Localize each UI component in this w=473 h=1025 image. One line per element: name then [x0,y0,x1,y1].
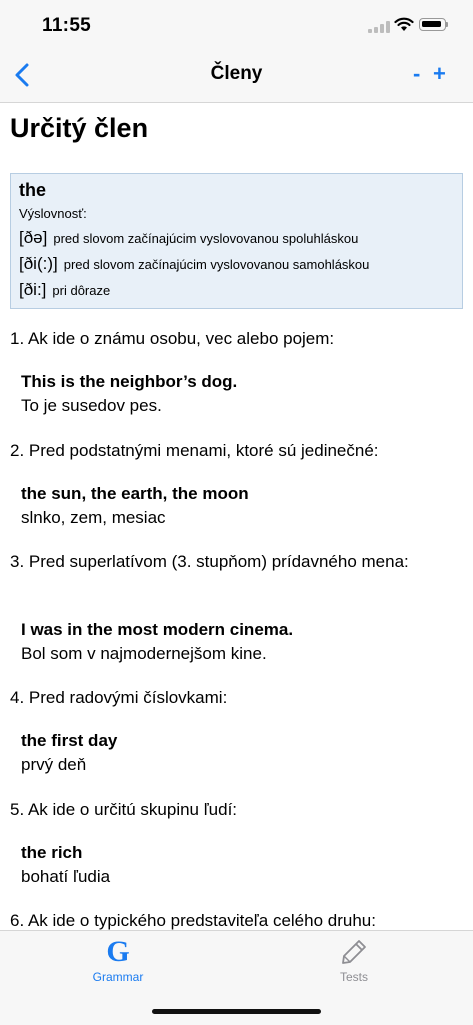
example-translation: prvý deň [21,755,87,774]
pencil-icon [342,940,366,964]
pronunciation-box: the Výslovnosť: [ðə] pred slovom začínajú… [10,173,463,309]
example: the rich bohatí ľudia [21,841,461,889]
tab-grammar[interactable]: G Grammar [58,935,178,985]
battery-icon [419,18,448,31]
example-translation: Bol som v najmodernejšom kine. [21,644,267,663]
pronunciation-row: [ði:] pri dôraze [19,280,454,300]
pronunciation-ipa: [ðə] [19,228,48,247]
example-translation: slnko, zem, mesiac [21,508,166,527]
status-bar: 11:55 [0,0,473,50]
rule-text: 6. Ak ide o typického predstaviteľa celé… [10,911,376,930]
page-title: Určitý člen [10,113,149,143]
pronunciation-word: the [19,180,46,200]
cellular-signal-icon [368,20,390,33]
wifi-icon [394,17,414,31]
pronunciation-row: [ði(:)] pred slovom začínajúcim vyslovova… [19,254,454,274]
tab-label: Grammar [92,970,144,984]
example-english: the sun, the earth, the moon [21,484,249,503]
pronunciation-caption: Výslovnosť: [19,206,87,221]
example-english: the rich [21,843,83,862]
grammar-content[interactable]: Určitý člen the Výslovnosť: [ðə] pred slo… [0,103,473,930]
pronunciation-ipa: [ði(:)] [19,254,58,273]
grammar-g-icon: G [106,935,130,968]
example-translation: bohatí ľudia [21,867,111,886]
pronunciation-note: pred slovom začínajúcim vyslovovanou sam… [63,257,370,272]
example: the sun, the earth, the moon slnko, zem,… [21,482,461,530]
example: I was in the most modern cinema. Bol som… [21,618,461,666]
pronunciation-note: pri dôraze [52,283,111,298]
navigation-bar: Členy - + [0,50,473,103]
rule-text: 1. Ak ide o známu osobu, vec alebo pojem… [10,329,335,348]
decrease-font-button[interactable]: - [413,61,420,87]
home-indicator [152,1009,321,1014]
example-english: This is the neighbor’s dog. [21,372,238,391]
pronunciation-row: [ðə] pred slovom začínajúcim vyslovovanou… [19,228,454,248]
example: This is the neighbor’s dog. To je susedo… [21,370,461,418]
nav-title: Členy [210,63,263,84]
status-time: 11:55 [42,15,92,36]
pronunciation-ipa: [ði:] [19,280,47,299]
tab-label: Tests [339,970,368,984]
pronunciation-note: pred slovom začínajúcim vyslovovanou spo… [53,231,359,246]
example-translation: To je susedov pes. [21,396,162,415]
rule-text: 4. Pred radovými číslovkami: [10,688,228,707]
rule-text: 2. Pred podstatnými menami, ktoré sú jed… [10,441,379,460]
example-english: I was in the most modern cinema. [21,620,294,639]
example-english: the first day [21,731,118,750]
rule-text: 3. Pred superlatívom (3. stupňom) prídav… [10,552,409,571]
tab-tests[interactable]: Tests [294,937,414,984]
example: the first day prvý deň [21,729,461,777]
rule-text: 5. Ak ide o určitú skupinu ľudí: [10,800,238,819]
increase-font-button[interactable]: + [433,61,446,87]
